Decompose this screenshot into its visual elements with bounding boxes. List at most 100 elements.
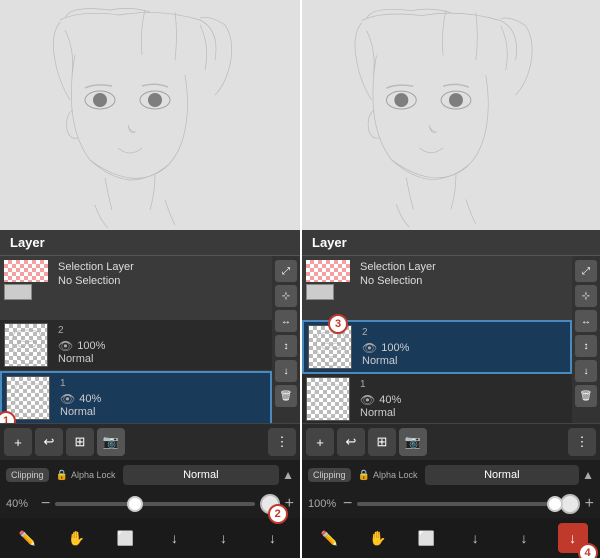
right-toolbar-add[interactable]: + <box>306 428 334 456</box>
right-icon-trash[interactable]: 🗑 <box>575 385 597 407</box>
right-layer1-props: 👁 40% <box>360 393 568 407</box>
left-layer1-num: 1 <box>60 378 266 389</box>
right-action-eraser[interactable]: ⬜ <box>412 523 442 553</box>
left-action-brush[interactable]: ✏️ <box>13 523 43 553</box>
left-opacity-slider[interactable] <box>55 502 254 506</box>
left-toolbar-camera[interactable]: 📷 <box>97 428 125 456</box>
left-opacity-thumb[interactable] <box>127 496 143 512</box>
left-sketch-svg <box>0 0 300 230</box>
right-action-brush[interactable]: ✏️ <box>314 523 344 553</box>
left-lock-area: 🔒 Alpha Lock <box>56 470 116 481</box>
right-icon-fliph[interactable]: ↔ <box>575 310 597 332</box>
left-chevron-up[interactable]: ▲ <box>282 468 294 482</box>
left-layer2-props: 👁 100% <box>58 339 268 353</box>
left-layer1[interactable]: 1 1 👁 40% <box>0 371 272 423</box>
left-minus-icon[interactable]: − <box>41 495 50 513</box>
left-layer2[interactable]: 2 👁 100% Normal <box>0 320 272 371</box>
right-layer1[interactable]: 1 👁 40% Normal <box>302 374 572 423</box>
left-toolbar-more[interactable]: ⋮ <box>268 428 296 456</box>
left-bottom-toolbar: Clipping 🔒 Alpha Lock Normal ▲ <box>0 460 300 490</box>
left-icon-transform[interactable]: ⊹ <box>275 285 297 307</box>
right-layer1-thumb <box>306 377 350 421</box>
right-layer2-num: 2 <box>362 327 566 338</box>
left-action-smudge[interactable]: ✋ <box>62 523 92 553</box>
right-icon-down[interactable]: ↓ <box>575 360 597 382</box>
right-layer2[interactable]: 3 2 <box>302 320 572 374</box>
right-selection-layer[interactable]: Selection Layer No Selection <box>302 256 572 320</box>
left-toolbar-arrow[interactable]: ↩ <box>35 428 63 456</box>
left-toolbar-add[interactable]: + <box>4 428 32 456</box>
right-bottom-toolbar: Clipping 🔒 Alpha Lock Normal ▲ <box>302 460 600 490</box>
right-opacity-slider[interactable] <box>357 502 554 506</box>
left-action-bar: ✏️ ✋ ⬜ ↓ ↓ ↓ <box>0 518 300 558</box>
right-icon-transform[interactable]: ⊹ <box>575 285 597 307</box>
right-opacity-thumb[interactable] <box>547 496 563 512</box>
right-alphalock-label: Alpha Lock <box>373 470 418 480</box>
left-selection-layer[interactable]: Selection Layer No Selection <box>0 256 272 320</box>
left-blend-mode[interactable]: Normal <box>123 465 280 485</box>
right-right-icons: ⤢ ⊹ ↔ ↕ ↓ 🗑 <box>572 256 600 423</box>
left-action-down2[interactable]: ↓ <box>209 523 239 553</box>
right-clipping-btn[interactable]: Clipping <box>308 468 351 482</box>
right-toolbar-camera[interactable]: 📷 <box>399 428 427 456</box>
right-action-bar: ✏️ ✋ ⬜ ↓ ↓ ↓ 4 <box>302 518 600 558</box>
left-clipping-btn[interactable]: Clipping <box>6 468 49 482</box>
right-canvas <box>302 0 600 230</box>
right-minus-icon[interactable]: − <box>343 495 352 513</box>
right-panel: Layer Selection Layer No Selection <box>300 0 600 558</box>
left-icon-move[interactable]: ⤢ <box>275 260 297 282</box>
left-icon-down[interactable]: ↓ <box>275 360 297 382</box>
left-panel: Layer Selection Layer No Selection <box>0 0 300 558</box>
left-opacity-label: 40% <box>6 498 36 510</box>
left-right-icons: ⤢ ⊹ ↔ ↕ ↓ 🗑 <box>272 256 300 423</box>
right-opacity-label: 100% <box>308 498 338 510</box>
left-icon-fliph[interactable]: ↔ <box>275 310 297 332</box>
right-toolbar-arrow[interactable]: ↩ <box>337 428 365 456</box>
left-selection-info: Selection Layer No Selection <box>58 260 268 289</box>
left-layer-list[interactable]: Selection Layer No Selection <box>0 256 272 423</box>
left-icon-trash[interactable]: 🗑 <box>275 385 297 407</box>
right-layer2-mode: Normal <box>362 355 566 367</box>
left-toolbar-addsq[interactable]: ⊞ <box>66 428 94 456</box>
right-radio-circle[interactable] <box>560 494 580 514</box>
left-action-eraser[interactable]: ⬜ <box>111 523 141 553</box>
right-lock-icon: 🔒 <box>358 470 370 481</box>
right-action-smudge[interactable]: ✋ <box>363 523 393 553</box>
right-icon-flipv[interactable]: ↕ <box>575 335 597 357</box>
left-layer2-mode: Normal <box>58 353 268 365</box>
right-action-down1[interactable]: ↓ <box>460 523 490 553</box>
left-layer2-eye: 👁 <box>58 339 73 353</box>
right-opacity-row: 100% − + <box>302 490 600 518</box>
right-layer2-opacity: 100% <box>381 342 409 354</box>
right-blend-mode[interactable]: Normal <box>425 465 580 485</box>
left-action-down1[interactable]: ↓ <box>160 523 190 553</box>
left-action-down3[interactable]: ↓ <box>258 523 288 553</box>
right-layer1-opacity: 40% <box>379 394 401 406</box>
right-icon-move[interactable]: ⤢ <box>575 260 597 282</box>
right-action-down2[interactable]: ↓ <box>509 523 539 553</box>
right-layer1-mode: Normal <box>360 407 568 419</box>
left-layer1-eye: 👁 <box>60 392 75 406</box>
right-chevron-up[interactable]: ▲ <box>582 468 594 482</box>
left-opacity-row: 40% − 2 + <box>0 490 300 518</box>
right-layer-header: Layer <box>302 230 600 256</box>
right-layer-list[interactable]: Selection Layer No Selection 3 <box>302 256 572 423</box>
right-toolbar-more[interactable]: ⋮ <box>568 428 596 456</box>
right-layer-toolbar: + ↩ ⊞ 📷 ⋮ <box>302 423 600 460</box>
left-lock-icon: 🔒 <box>56 470 68 481</box>
left-icon-flipv[interactable]: ↕ <box>275 335 297 357</box>
right-layer1-thumb-svg <box>307 378 350 421</box>
left-layer2-thumb <box>4 323 48 367</box>
left-layer2-num: 2 <box>58 325 268 336</box>
right-layer2-eye: 👁 <box>362 341 377 355</box>
right-badge-4: 4 <box>578 543 598 558</box>
right-badge4-container: ↓ 4 <box>558 523 588 553</box>
right-selection-name: Selection Layer <box>360 260 568 274</box>
right-plus-icon[interactable]: + <box>585 495 594 513</box>
right-selection-thumb <box>306 260 350 304</box>
right-sketch-svg <box>302 0 600 230</box>
left-layer-panel: Layer Selection Layer No Selection <box>0 230 300 460</box>
left-layer2-thumb-svg <box>5 324 48 367</box>
right-badge-3: 3 <box>328 314 348 334</box>
right-toolbar-addsq[interactable]: ⊞ <box>368 428 396 456</box>
